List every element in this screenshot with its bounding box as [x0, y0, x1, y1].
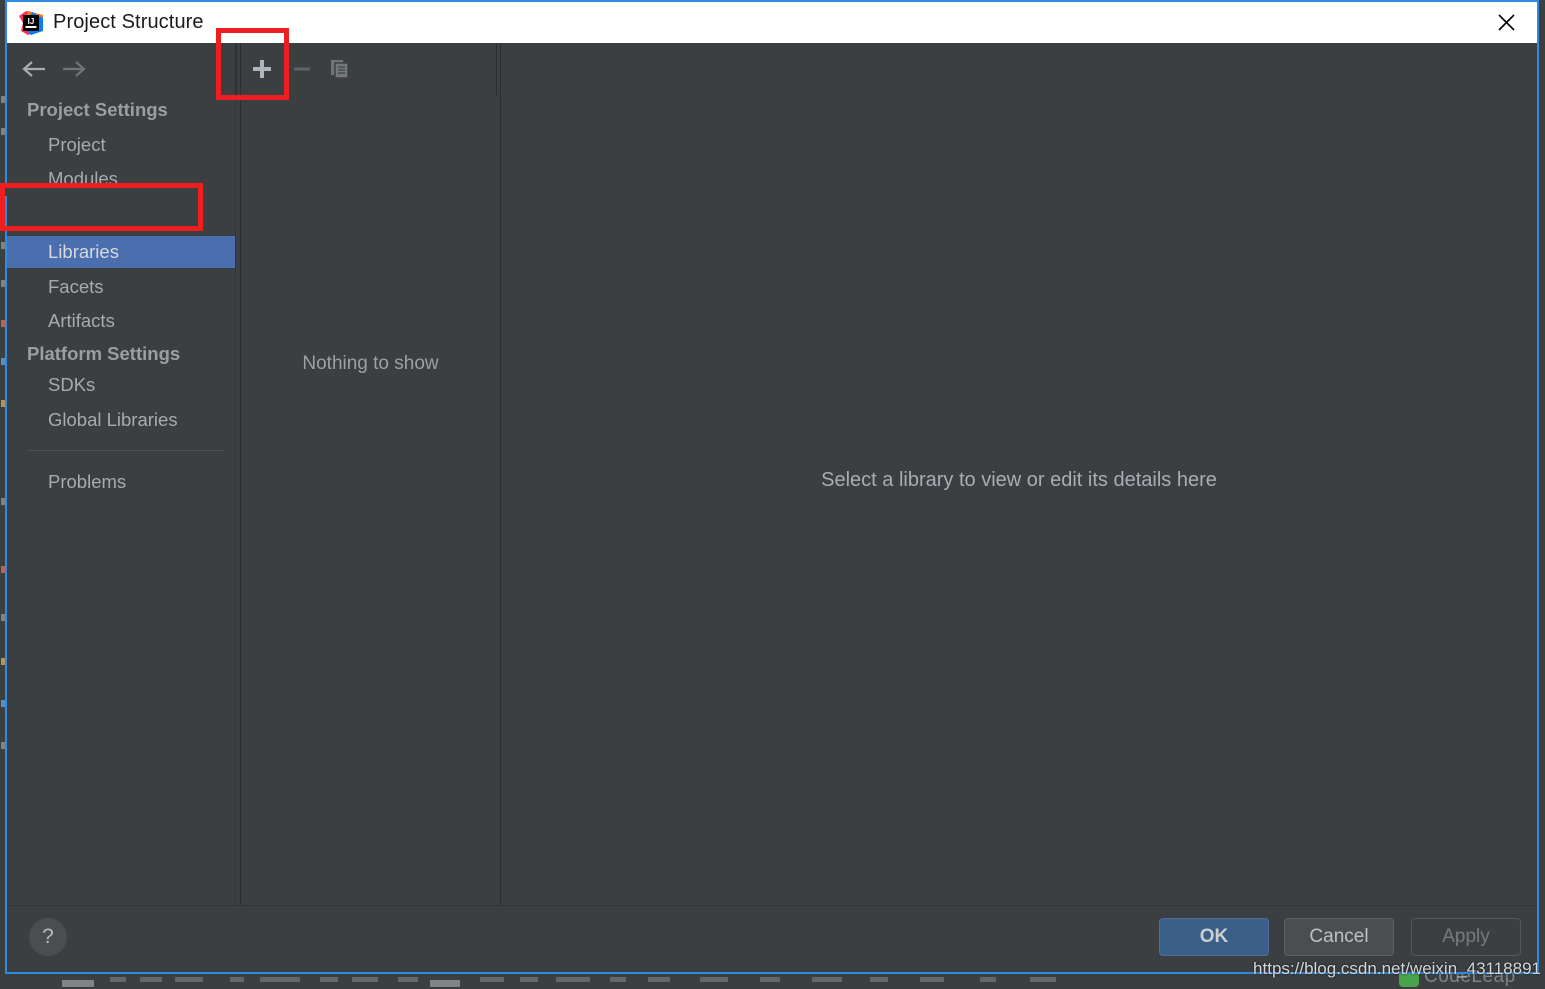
sidebar-item-libraries[interactable]: Libraries — [7, 236, 236, 268]
help-button[interactable]: ? — [29, 918, 67, 956]
arrow-left-icon[interactable] — [17, 52, 51, 86]
sidebar-group-project-settings: Project Settings — [27, 99, 168, 120]
sidebar-item-global-libraries[interactable]: Global Libraries — [7, 404, 236, 436]
watermark-url: https://blog.csdn.net/weixin_43118891 — [1253, 959, 1541, 978]
libraries-empty-message: Nothing to show — [302, 353, 439, 374]
sidebar-item-sdks[interactable]: SDKs — [7, 369, 236, 401]
apply-button: Apply — [1411, 918, 1521, 956]
sidebar-separator — [27, 450, 223, 451]
sidebar-item-artifacts[interactable]: Artifacts — [7, 305, 236, 337]
svg-text:IJ: IJ — [28, 17, 35, 26]
toolbar-divider-middle — [496, 43, 497, 95]
ok-button[interactable]: OK — [1159, 918, 1269, 956]
dialog-content: Project Settings Project Modules Librari… — [7, 43, 1537, 972]
sidebar-item-project[interactable]: Project — [7, 129, 236, 161]
dialog-titlebar: IJ Project Structure — [7, 0, 1537, 43]
close-icon[interactable] — [1475, 2, 1537, 43]
sidebar-right-border — [235, 43, 236, 906]
sidebar-item-facets[interactable]: Facets — [7, 271, 236, 303]
settings-sidebar: Project Settings Project Modules Librari… — [7, 95, 236, 906]
plus-icon[interactable] — [244, 51, 280, 87]
intellij-idea-logo-icon: IJ — [19, 11, 43, 35]
arrow-right-icon[interactable] — [57, 52, 91, 86]
project-structure-dialog: IJ Project Structure Project Settings Pr… — [5, 0, 1539, 974]
library-details-empty-message: Select a library to view or edit its det… — [821, 469, 1217, 491]
sidebar-item-modules[interactable]: Modules — [7, 163, 236, 195]
copy-icon — [322, 51, 358, 87]
cancel-button[interactable]: Cancel — [1284, 918, 1394, 956]
dialog-title: Project Structure — [53, 11, 204, 33]
sidebar-item-problems[interactable]: Problems — [7, 466, 236, 498]
library-details-panel: Select a library to view or edit its det… — [501, 95, 1537, 906]
minus-icon — [284, 51, 320, 87]
sidebar-group-platform-settings: Platform Settings — [27, 343, 181, 364]
dialog-toolbar — [7, 43, 1537, 95]
libraries-list-panel[interactable]: Nothing to show — [241, 95, 500, 906]
toolbar-divider-left — [236, 43, 237, 95]
